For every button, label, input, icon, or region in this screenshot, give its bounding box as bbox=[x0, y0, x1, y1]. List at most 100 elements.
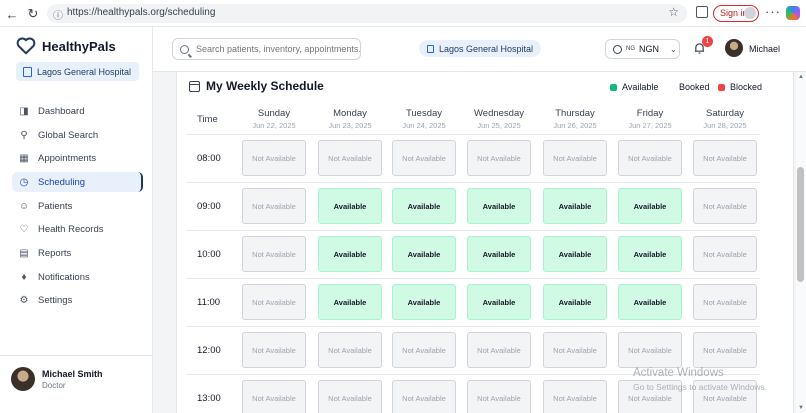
available-slot[interactable]: Available bbox=[392, 188, 456, 224]
unavailable-slot[interactable]: Not Available bbox=[618, 140, 682, 176]
sidebar-item-settings[interactable]: ⚙ Settings bbox=[12, 290, 143, 310]
hospital-selector[interactable]: Lagos General Hospital bbox=[16, 62, 139, 81]
building-icon bbox=[427, 44, 434, 53]
sidebar-divider bbox=[0, 355, 153, 356]
unavailable-slot[interactable]: Not Available bbox=[467, 332, 531, 368]
available-slot[interactable]: Available bbox=[618, 188, 682, 224]
unavailable-slot[interactable]: Not Available bbox=[242, 188, 306, 224]
currency-flag: NG bbox=[626, 46, 635, 52]
unavailable-slot[interactable]: Not Available bbox=[242, 140, 306, 176]
row-divider bbox=[187, 134, 760, 135]
globe-icon bbox=[613, 44, 622, 54]
watermark-title: Activate Windows bbox=[633, 367, 724, 379]
sidebar-item-scheduling[interactable]: ◷ Scheduling bbox=[12, 172, 143, 192]
reload-icon[interactable]: ↻ bbox=[24, 5, 42, 23]
time-label: 13:00 bbox=[197, 393, 221, 404]
watermark-subtitle: Go to Settings to activate Windows. bbox=[633, 382, 768, 392]
available-slot[interactable]: Available bbox=[392, 284, 456, 320]
back-icon[interactable]: ← bbox=[3, 5, 21, 23]
favorite-star-icon[interactable]: ☆ bbox=[668, 5, 679, 19]
available-slot[interactable]: Available bbox=[318, 236, 382, 272]
search-box[interactable] bbox=[172, 38, 361, 60]
address-bar[interactable]: ⓘ https://healthypals.org/scheduling ☆ bbox=[47, 4, 687, 23]
legend-swatch bbox=[718, 83, 725, 91]
hospital-badge-label: Lagos General Hospital bbox=[439, 43, 534, 54]
extensions-icon[interactable] bbox=[696, 6, 708, 18]
unavailable-slot[interactable]: Not Available bbox=[693, 188, 757, 224]
day-date: Jun 27, 2025 bbox=[628, 121, 672, 130]
available-slot[interactable]: Available bbox=[318, 188, 382, 224]
sidebar-item-label: Health Records bbox=[38, 223, 104, 235]
copilot-icon[interactable] bbox=[786, 6, 800, 20]
bell-icon: ♦ bbox=[21, 271, 27, 283]
row-divider bbox=[187, 326, 760, 327]
sidebar-item-global-search[interactable]: ⚲ Global Search bbox=[12, 125, 143, 145]
unavailable-slot[interactable]: Not Available bbox=[318, 332, 382, 368]
unavailable-slot[interactable]: Not Available bbox=[392, 380, 456, 413]
available-slot[interactable]: Available bbox=[543, 236, 607, 272]
time-label: 09:00 bbox=[197, 201, 221, 212]
avatar[interactable] bbox=[725, 39, 743, 57]
sidebar-item-label: Dashboard bbox=[38, 105, 85, 117]
sidebar-item-patients[interactable]: ☺ Patients bbox=[12, 196, 143, 216]
unavailable-slot[interactable]: Not Available bbox=[318, 140, 382, 176]
page-scrollbar[interactable]: ▲ ▼ bbox=[796, 72, 806, 413]
users-icon: ☺ bbox=[18, 200, 30, 212]
available-slot[interactable]: Available bbox=[467, 236, 531, 272]
legend-booked: Booked bbox=[679, 82, 710, 92]
weekly-schedule-card: My Weekly Schedule Available Booked Bloc… bbox=[176, 72, 794, 413]
more-menu-icon[interactable]: ··· bbox=[765, 4, 781, 19]
available-slot[interactable]: Available bbox=[318, 284, 382, 320]
header-user-name[interactable]: Michael bbox=[749, 44, 780, 54]
sidebar-item-dashboard[interactable]: ◨ Dashboard bbox=[12, 101, 143, 121]
sidebar-item-appointments[interactable]: ▦ Appointments bbox=[12, 148, 143, 168]
day-header: Friday Jun 27, 2025 bbox=[612, 108, 688, 134]
sidebar-item-label: Scheduling bbox=[38, 176, 86, 188]
app-logo[interactable]: HealthyPals bbox=[16, 37, 116, 55]
day-header: Thursday Jun 26, 2025 bbox=[537, 108, 613, 134]
unavailable-slot[interactable]: Not Available bbox=[693, 140, 757, 176]
available-slot[interactable]: Available bbox=[618, 284, 682, 320]
available-slot[interactable]: Available bbox=[467, 284, 531, 320]
user-profile[interactable]: Michael Smith Doctor bbox=[11, 367, 103, 391]
unavailable-slot[interactable]: Not Available bbox=[242, 236, 306, 272]
unavailable-slot[interactable]: Not Available bbox=[693, 236, 757, 272]
day-header: Tuesday Jun 24, 2025 bbox=[386, 108, 462, 134]
scroll-thumb[interactable] bbox=[797, 167, 804, 282]
sidebar-item-notifications[interactable]: ♦ Notifications bbox=[12, 267, 143, 287]
available-slot[interactable]: Available bbox=[618, 236, 682, 272]
unavailable-slot[interactable]: Not Available bbox=[392, 332, 456, 368]
site-info-icon[interactable]: ⓘ bbox=[53, 7, 63, 22]
unavailable-slot[interactable]: Not Available bbox=[318, 380, 382, 413]
unavailable-slot[interactable]: Not Available bbox=[618, 332, 682, 368]
sign-in-button[interactable]: Sign in bbox=[713, 5, 759, 22]
unavailable-slot[interactable]: Not Available bbox=[543, 140, 607, 176]
day-name: Tuesday bbox=[405, 108, 443, 119]
unavailable-slot[interactable]: Not Available bbox=[242, 284, 306, 320]
search-input[interactable] bbox=[196, 44, 360, 54]
available-slot[interactable]: Available bbox=[392, 236, 456, 272]
unavailable-slot[interactable]: Not Available bbox=[242, 332, 306, 368]
unavailable-slot[interactable]: Not Available bbox=[543, 332, 607, 368]
available-slot[interactable]: Available bbox=[543, 284, 607, 320]
currency-selector[interactable]: NG NGN ⌄ bbox=[605, 39, 680, 59]
chevron-down-icon: ⌄ bbox=[670, 44, 677, 54]
unavailable-slot[interactable]: Not Available bbox=[392, 140, 456, 176]
available-slot[interactable]: Available bbox=[467, 188, 531, 224]
gear-icon: ⚙ bbox=[19, 294, 29, 306]
sidebar-item-reports[interactable]: ▤ Reports bbox=[12, 243, 143, 263]
scroll-down-icon[interactable]: ▼ bbox=[798, 405, 804, 411]
available-slot[interactable]: Available bbox=[543, 188, 607, 224]
row-divider bbox=[187, 278, 760, 279]
unavailable-slot[interactable]: Not Available bbox=[693, 332, 757, 368]
hospital-badge: Lagos General Hospital bbox=[419, 40, 542, 57]
unavailable-slot[interactable]: Not Available bbox=[693, 284, 757, 320]
unavailable-slot[interactable]: Not Available bbox=[242, 380, 306, 413]
unavailable-slot[interactable]: Not Available bbox=[543, 380, 607, 413]
day-date: Jun 25, 2025 bbox=[477, 121, 521, 130]
unavailable-slot[interactable]: Not Available bbox=[467, 140, 531, 176]
scroll-up-icon[interactable]: ▲ bbox=[798, 74, 804, 80]
sidebar-item-health-records[interactable]: ♡ Health Records bbox=[12, 219, 143, 239]
unavailable-slot[interactable]: Not Available bbox=[467, 380, 531, 413]
day-name: Sunday bbox=[257, 108, 291, 119]
